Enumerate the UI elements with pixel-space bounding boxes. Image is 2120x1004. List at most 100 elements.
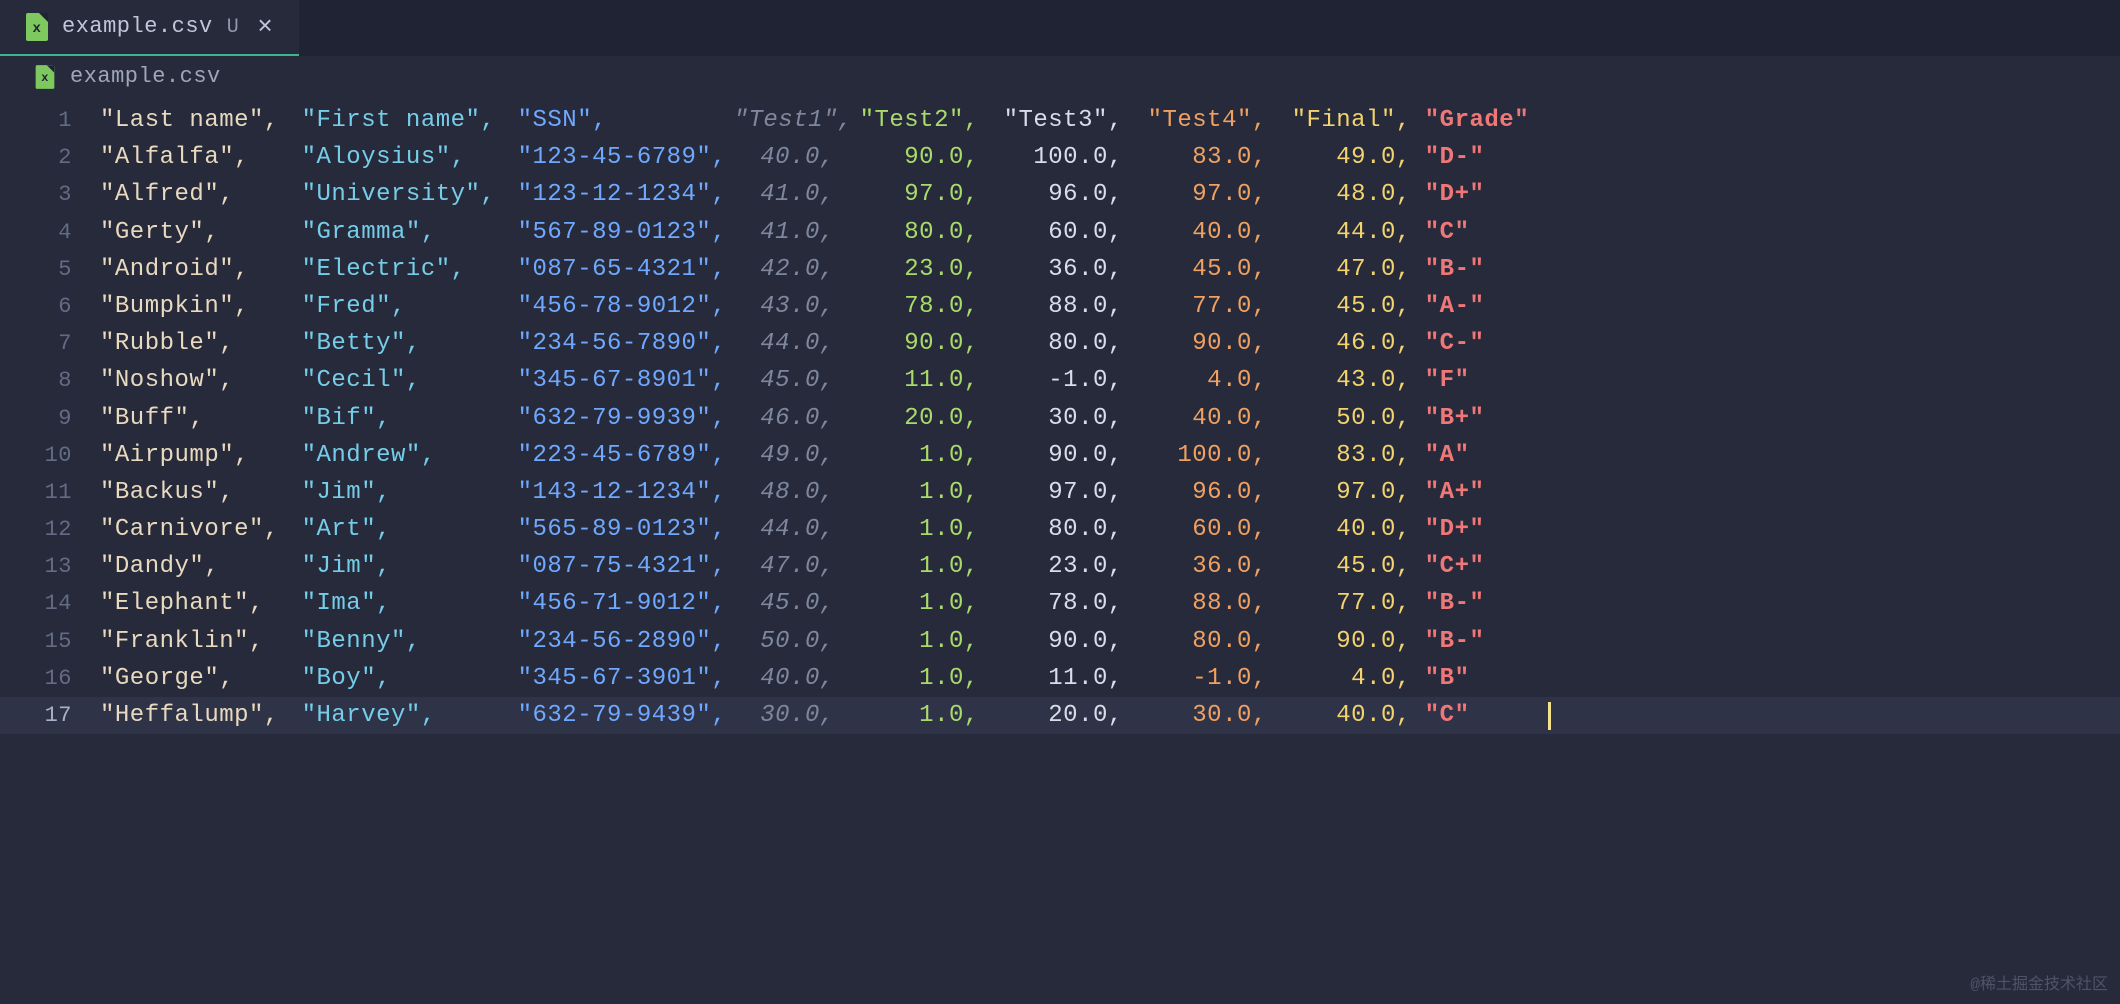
code-line[interactable]: 17"Heffalump","Harvey","632-79-9439",30.…: [0, 697, 2120, 734]
csv-cell: "345-67-8901",: [518, 362, 734, 399]
csv-cell: "Andrew",: [302, 437, 518, 474]
code-row: "Android","Electric","087-65-4321",42.0,…: [100, 251, 1554, 288]
csv-cell: 43.0,: [734, 288, 849, 325]
csv-cell: 1.0,: [849, 585, 993, 622]
line-number: 16: [0, 662, 100, 696]
csv-cell: "Noshow",: [100, 362, 302, 399]
csv-cell: 11.0,: [849, 362, 993, 399]
code-line[interactable]: 12"Carnivore","Art","565-89-0123",44.0,1…: [0, 511, 2120, 548]
code-line[interactable]: 2"Alfalfa","Aloysius","123-45-6789",40.0…: [0, 139, 2120, 176]
csv-cell: 80.0,: [849, 214, 993, 251]
csv-cell: 78.0,: [993, 585, 1137, 622]
line-number: 5: [0, 253, 100, 287]
csv-cell: 90.0,: [1281, 623, 1425, 660]
line-number: 8: [0, 364, 100, 398]
code-line[interactable]: 15"Franklin","Benny","234-56-2890",50.0,…: [0, 623, 2120, 660]
csv-cell: 45.0,: [1281, 548, 1425, 585]
csv-cell: "C+": [1425, 548, 1555, 585]
csv-cell: 44.0,: [734, 511, 849, 548]
csv-cell: "B-": [1425, 251, 1555, 288]
watermark: @稀土掘金技术社区: [1970, 973, 2108, 998]
code-line[interactable]: 6"Bumpkin","Fred","456-78-9012",43.0,78.…: [0, 288, 2120, 325]
csv-cell: 77.0,: [1281, 585, 1425, 622]
csv-cell: "B": [1425, 660, 1555, 697]
csv-cell: "A": [1425, 437, 1555, 474]
csv-cell: "B-": [1425, 585, 1555, 622]
csv-cell: 100.0,: [1137, 437, 1281, 474]
csv-cell: 88.0,: [1137, 585, 1281, 622]
csv-cell: "Dandy",: [100, 548, 302, 585]
line-number: 14: [0, 587, 100, 621]
code-line[interactable]: 11"Backus","Jim","143-12-1234",48.0,1.0,…: [0, 474, 2120, 511]
csv-cell: 1.0,: [849, 660, 993, 697]
csv-cell: "Rubble",: [100, 325, 302, 362]
csv-cell: "D-": [1425, 139, 1555, 176]
code-row: "Franklin","Benny","234-56-2890",50.0,1.…: [100, 623, 1554, 660]
csv-cell: 1.0,: [849, 511, 993, 548]
code-line[interactable]: 7"Rubble","Betty","234-56-7890",44.0,90.…: [0, 325, 2120, 362]
code-line[interactable]: 14"Elephant","Ima","456-71-9012",45.0,1.…: [0, 585, 2120, 622]
line-number: 12: [0, 513, 100, 547]
csv-cell: 48.0,: [734, 474, 849, 511]
tab-bar: example.csv U ×: [0, 0, 2120, 56]
csv-cell: 45.0,: [734, 362, 849, 399]
line-number: 3: [0, 178, 100, 212]
breadcrumb[interactable]: example.csv: [0, 56, 2120, 98]
csv-cell: "Fred",: [302, 288, 518, 325]
code-area[interactable]: 1"Last name","First name","SSN","Test1",…: [0, 98, 2120, 734]
close-icon[interactable]: ×: [253, 14, 277, 40]
csv-cell: 50.0,: [734, 623, 849, 660]
line-number: 4: [0, 216, 100, 250]
csv-file-icon: [26, 13, 48, 41]
code-row: "Elephant","Ima","456-71-9012",45.0,1.0,…: [100, 585, 1554, 622]
csv-cell: "087-65-4321",: [518, 251, 734, 288]
csv-cell: "Cecil",: [302, 362, 518, 399]
tab-example-csv[interactable]: example.csv U ×: [0, 0, 299, 56]
code-line[interactable]: 5"Android","Electric","087-65-4321",42.0…: [0, 251, 2120, 288]
csv-cell: 40.0,: [1281, 697, 1425, 734]
code-line[interactable]: 13"Dandy","Jim","087-75-4321",47.0,1.0,2…: [0, 548, 2120, 585]
csv-cell: "123-12-1234",: [518, 176, 734, 213]
code-line[interactable]: 10"Airpump","Andrew","223-45-6789",49.0,…: [0, 437, 2120, 474]
csv-cell: 4.0,: [1281, 660, 1425, 697]
code-line[interactable]: 1"Last name","First name","SSN","Test1",…: [0, 102, 2120, 139]
csv-cell: 20.0,: [993, 697, 1137, 734]
csv-cell: "567-89-0123",: [518, 214, 734, 251]
line-number: 11: [0, 476, 100, 510]
csv-cell: 97.0,: [993, 474, 1137, 511]
csv-cell: "A+": [1425, 474, 1555, 511]
csv-cell: 20.0,: [849, 400, 993, 437]
line-number: 6: [0, 290, 100, 324]
csv-cell: 44.0,: [1281, 214, 1425, 251]
csv-cell: "087-75-4321",: [518, 548, 734, 585]
csv-cell: 80.0,: [993, 511, 1137, 548]
csv-cell: 30.0,: [1137, 697, 1281, 734]
csv-cell: 60.0,: [993, 214, 1137, 251]
csv-cell: "Betty",: [302, 325, 518, 362]
csv-cell: 49.0,: [1281, 139, 1425, 176]
csv-cell: "Grade": [1425, 102, 1555, 139]
csv-cell: "143-12-1234",: [518, 474, 734, 511]
csv-cell: 90.0,: [849, 139, 993, 176]
csv-cell: "Electric",: [302, 251, 518, 288]
code-line[interactable]: 3"Alfred","University","123-12-1234",41.…: [0, 176, 2120, 213]
code-line[interactable]: 8"Noshow","Cecil","345-67-8901",45.0,11.…: [0, 362, 2120, 399]
csv-cell: "C": [1425, 214, 1555, 251]
csv-cell: 100.0,: [993, 139, 1137, 176]
csv-cell: 1.0,: [849, 697, 993, 734]
csv-cell: "C-": [1425, 325, 1555, 362]
code-line[interactable]: 4"Gerty","Gramma","567-89-0123",41.0,80.…: [0, 214, 2120, 251]
code-line[interactable]: 16"George","Boy","345-67-3901",40.0,1.0,…: [0, 660, 2120, 697]
csv-cell: "632-79-9939",: [518, 400, 734, 437]
code-line[interactable]: 9"Buff","Bif","632-79-9939",46.0,20.0,30…: [0, 400, 2120, 437]
csv-cell: 96.0,: [1137, 474, 1281, 511]
csv-cell: "D+": [1425, 176, 1555, 213]
csv-cell: 90.0,: [849, 325, 993, 362]
csv-cell: 47.0,: [734, 548, 849, 585]
csv-cell: "456-78-9012",: [518, 288, 734, 325]
csv-cell: 45.0,: [734, 585, 849, 622]
csv-cell: "Franklin",: [100, 623, 302, 660]
csv-cell: "SSN",: [518, 102, 734, 139]
csv-cell: 90.0,: [993, 623, 1137, 660]
csv-cell: "Final",: [1281, 102, 1425, 139]
